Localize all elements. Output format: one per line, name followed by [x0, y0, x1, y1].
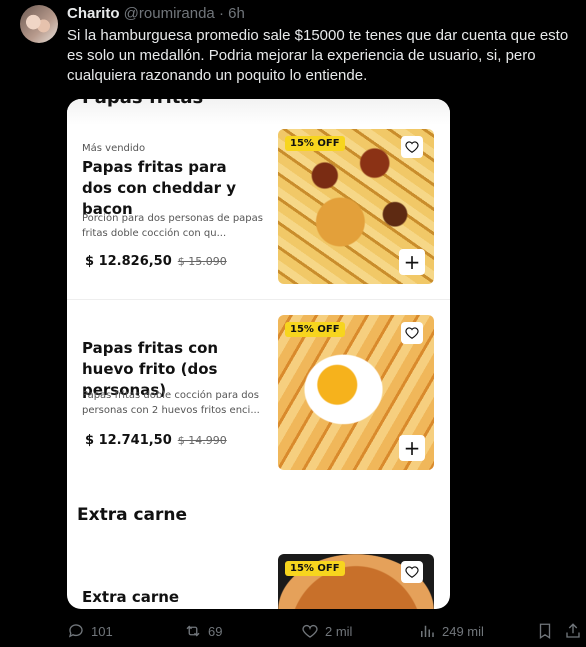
- like-count: 2 mil: [325, 623, 353, 639]
- product-image[interactable]: 15% OFF +: [278, 315, 434, 470]
- heart-outline-icon[interactable]: [401, 136, 423, 158]
- like-button[interactable]: 2 mil: [301, 622, 352, 640]
- views-count: 249 mil: [442, 623, 484, 639]
- heart-outline-icon[interactable]: [401, 322, 423, 344]
- views-icon: [421, 625, 434, 637]
- like-icon: [302, 624, 318, 638]
- tweet-actions: 101 69 2 mil 249 mil: [0, 620, 586, 644]
- current-price: $ 12.741,50: [85, 433, 172, 448]
- current-price: $ 12.826,50: [85, 254, 172, 269]
- handle[interactable]: @roumiranda: [124, 5, 215, 22]
- separator: ·: [214, 5, 229, 22]
- bookmark-button[interactable]: [536, 622, 554, 640]
- old-price: $ 14.990: [177, 434, 227, 447]
- product-price: $ 12.826,50 $ 15.090: [85, 254, 227, 269]
- divider: [67, 299, 450, 300]
- avatar[interactable]: [20, 5, 58, 43]
- product-description: Papas fritas doble cocción para dos pers…: [82, 390, 260, 416]
- product-image[interactable]: 15% OFF +: [278, 129, 434, 284]
- product-title: Extra carne: [82, 588, 180, 606]
- views-button[interactable]: 249 mil: [418, 622, 484, 640]
- retweet-count: 69: [208, 623, 223, 639]
- tweet-header: Charito @roumiranda · 6h: [67, 5, 245, 23]
- add-button[interactable]: +: [399, 249, 425, 275]
- retweet-icon: [186, 625, 200, 637]
- reply-count: 101: [91, 623, 113, 639]
- reply-button[interactable]: 101: [67, 622, 113, 640]
- timestamp[interactable]: 6h: [228, 5, 245, 22]
- tweet-text: Si la hamburguesa promedio sale $15000 t…: [67, 27, 569, 84]
- discount-badge: 15% OFF: [285, 322, 345, 337]
- discount-badge: 15% OFF: [285, 136, 345, 151]
- cut-section-title: Papas fritas: [82, 99, 203, 108]
- display-name[interactable]: Charito: [67, 5, 120, 22]
- retweet-button[interactable]: 69: [184, 622, 222, 640]
- add-button[interactable]: +: [399, 435, 425, 461]
- section-title: Extra carne: [77, 505, 188, 525]
- old-price: $ 15.090: [177, 255, 227, 268]
- heart-outline-icon[interactable]: [401, 561, 423, 583]
- reply-icon: [68, 624, 83, 638]
- bookmark-icon: [539, 623, 551, 640]
- share-icon: [566, 623, 580, 638]
- share-button[interactable]: [564, 622, 582, 640]
- product-price: $ 12.741,50 $ 14.990: [85, 433, 227, 448]
- discount-badge: 15% OFF: [285, 561, 345, 576]
- tweet-media-image[interactable]: Papas fritas Más vendido Papas fritas pa…: [67, 99, 450, 609]
- product-description: Porción para dos personas de papas frita…: [82, 213, 263, 239]
- product-image[interactable]: 15% OFF: [278, 554, 434, 609]
- product-tag: Más vendido: [82, 143, 146, 154]
